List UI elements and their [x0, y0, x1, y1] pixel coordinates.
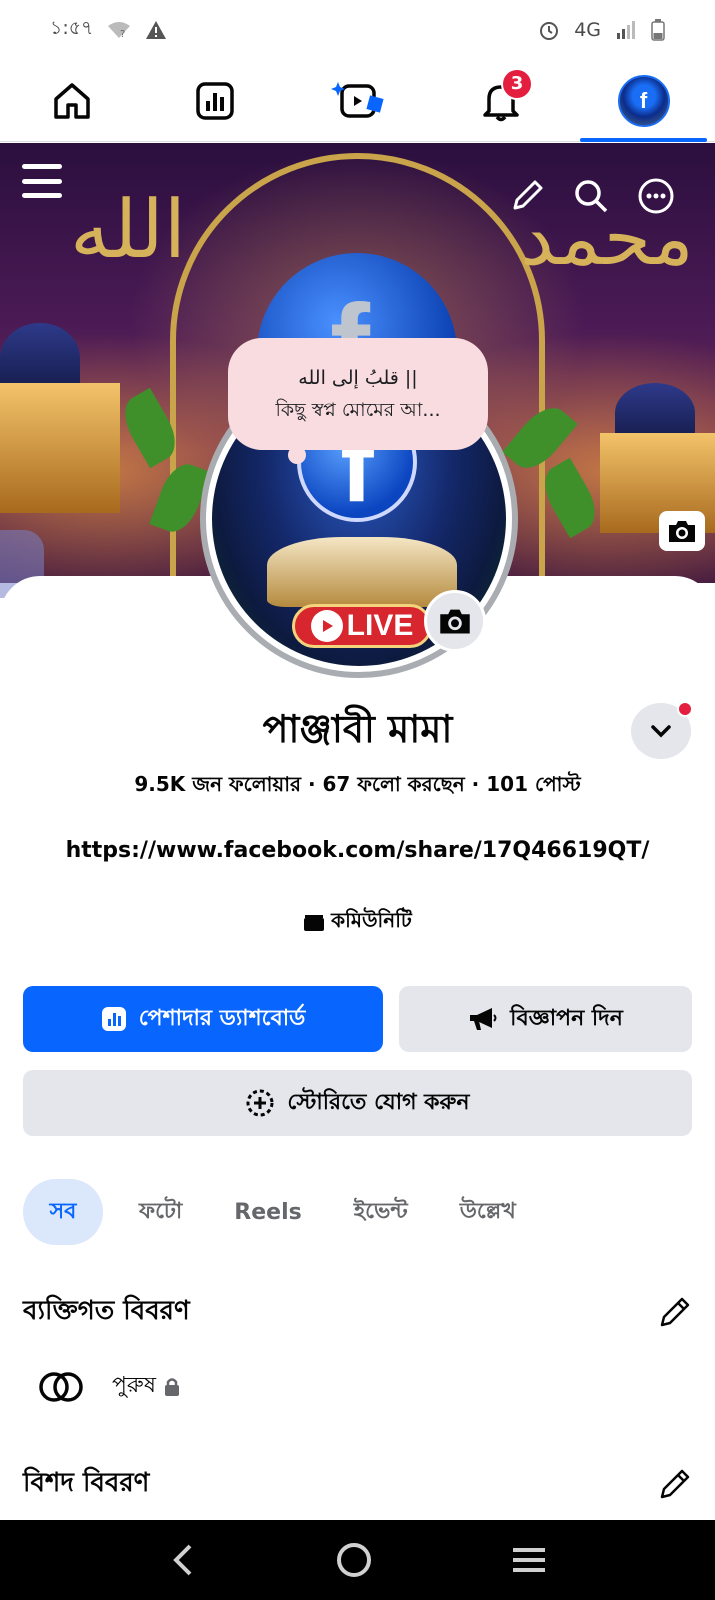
warning-icon — [145, 20, 167, 40]
battery-icon — [651, 19, 665, 41]
edit-icon[interactable] — [657, 1294, 693, 1330]
notification-badge: 3 — [501, 67, 533, 100]
gender-row: পুরুষ — [38, 1368, 180, 1405]
signal-icon — [615, 20, 637, 40]
ads-button-label: বিজ্ঞাপন দিন — [510, 1005, 623, 1031]
tab-all[interactable]: সব — [23, 1179, 103, 1245]
profile-name: পাঞ্জাবী মামা — [262, 707, 453, 751]
status-bar: ১:৫৭ ? 4G — [0, 0, 715, 60]
status-right: 4G — [538, 19, 665, 41]
edit-icon[interactable] — [657, 1466, 693, 1502]
dashboard-icon — [101, 1007, 126, 1031]
profile-stats[interactable]: 9.5K জন ফলোয়ার · 67 ফলো করছেন · 101 পোস… — [0, 770, 715, 803]
nav-notifications[interactable]: 3 — [429, 60, 572, 142]
menu-icon-bar — [22, 164, 62, 169]
camera-icon — [669, 521, 695, 542]
back-icon[interactable] — [168, 1542, 198, 1578]
reels-icon — [330, 81, 384, 118]
add-to-story-button[interactable]: স্টোরিতে যোগ করুন — [23, 1070, 692, 1136]
megaphone-icon — [470, 1008, 497, 1030]
recents-icon[interactable] — [511, 1545, 547, 1575]
personal-details-header: ব্যক্তিগত বিবরণ — [23, 1290, 693, 1334]
nav-reels[interactable] — [286, 60, 429, 142]
note-line-2: কিছু স্বপ্ন মোমের আ... — [275, 399, 441, 421]
nav-profile[interactable]: f — [572, 60, 715, 142]
svg-text:?: ? — [120, 29, 125, 40]
menu-icon-bar — [22, 193, 62, 198]
add-story-icon — [246, 1089, 274, 1117]
lock-icon — [164, 1377, 179, 1396]
profile-camera-button[interactable] — [424, 590, 486, 652]
clock: ১:৫৭ — [50, 17, 94, 39]
home-icon — [53, 82, 90, 119]
gender-value-wrap: পুরুষ — [112, 1368, 180, 1405]
live-label: LIVE — [346, 609, 414, 642]
play-icon — [310, 610, 343, 642]
dashboard-button-label: পেশাদার ড্যাশবোর্ড — [138, 1005, 306, 1031]
camera-icon — [440, 609, 470, 634]
profile-tabs: সব ফটো Reels ইভেন্ট উল্লেখ — [23, 1178, 703, 1246]
professional-dashboard-button[interactable]: পেশাদার ড্যাশবোর্ড — [23, 986, 383, 1052]
cover-camera-button[interactable] — [659, 511, 705, 551]
top-nav: 3 f — [0, 60, 715, 142]
live-badge: LIVE — [292, 604, 432, 648]
clapperboard-icon — [304, 914, 325, 931]
profile-link[interactable]: https://www.facebook.com/share/17Q46619Q… — [0, 838, 715, 863]
menu-button[interactable] — [22, 161, 62, 201]
gender-icon — [39, 1371, 83, 1402]
home-circle-icon[interactable] — [334, 1540, 374, 1580]
profile-switcher-button[interactable] — [631, 701, 693, 759]
detailed-info-header: বিশদ বিবরণ — [23, 1462, 693, 1506]
cover-calligraphy-left: الله — [70, 183, 186, 276]
advertise-button[interactable]: বিজ্ঞাপন দিন — [399, 986, 692, 1052]
detailed-info-title: বিশদ বিবরণ — [23, 1468, 150, 1498]
edit-icon[interactable] — [509, 178, 545, 214]
chevron-down-icon — [651, 725, 671, 738]
gender-value: পুরুষ — [112, 1373, 156, 1398]
quran-book — [267, 537, 457, 607]
network-type: 4G — [574, 19, 601, 41]
system-nav-bar — [0, 1520, 715, 1600]
avatar: f — [617, 74, 670, 127]
more-icon[interactable] — [637, 177, 675, 215]
search-icon[interactable] — [573, 178, 609, 214]
wifi-icon: ? — [107, 20, 131, 40]
tab-mentions[interactable]: উল্লেখ — [438, 1179, 538, 1245]
personal-details-title: ব্যক্তিগত বিবরণ — [23, 1296, 190, 1326]
cover-actions — [509, 177, 675, 215]
alarm-icon — [538, 19, 560, 41]
tab-photos[interactable]: ফটো — [117, 1179, 204, 1245]
profile-note[interactable]: قلبُ إلى الله || কিছু স্বপ্ন মোমের আ... — [228, 338, 488, 464]
notification-dot — [677, 701, 693, 717]
nav-dashboard[interactable] — [143, 60, 286, 142]
note-line-1: قلبُ إلى الله || — [298, 367, 418, 389]
profile-category: কমিউনিটি — [0, 906, 715, 939]
category-label: কমিউনিটি — [331, 908, 412, 932]
nav-home[interactable] — [0, 60, 143, 142]
mosque-building — [0, 383, 120, 513]
tab-reels[interactable]: Reels — [212, 1179, 323, 1245]
dashboard-icon — [195, 81, 234, 120]
leaf — [535, 457, 605, 539]
status-left: ১:৫৭ ? — [50, 14, 167, 46]
story-button-label: স্টোরিতে যোগ করুন — [287, 1089, 470, 1115]
tab-events[interactable]: ইভেন্ট — [332, 1179, 430, 1245]
menu-icon-bar — [22, 178, 62, 184]
